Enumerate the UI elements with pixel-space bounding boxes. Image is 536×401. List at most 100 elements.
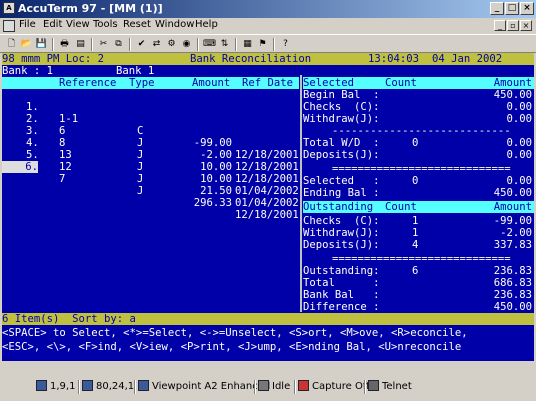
status-bar: 1,9,1 80,24,1 Viewpoint A2 Enhanced Idle…	[0, 377, 536, 397]
new-icon[interactable]: 🗋	[5, 38, 18, 50]
outstanding-count-header: Count	[385, 201, 417, 213]
out-checks-count: 1	[412, 215, 419, 227]
check-icon[interactable]: ✔	[135, 38, 148, 50]
row-reference: 7	[59, 173, 66, 186]
out-deposits-count: 4	[412, 239, 419, 251]
status-size: 80,24,1	[82, 379, 134, 395]
minimize-button[interactable]: _	[490, 2, 504, 15]
ending-bal-label: Ending Bal :	[303, 187, 380, 199]
menu-window[interactable]: Window	[155, 19, 194, 30]
row-type: J	[137, 185, 144, 198]
mdi-minimize-button[interactable]: _	[494, 20, 506, 31]
header-left: 98 mmm PM Loc: 2	[2, 53, 105, 65]
row-type: J	[137, 161, 144, 174]
col-ref-date: Ref Date	[242, 77, 294, 89]
grid-icon	[82, 380, 93, 391]
close-button[interactable]: ×	[520, 2, 534, 15]
copy-icon[interactable]: ⧉	[112, 38, 125, 50]
transfer-icon[interactable]: ⇅	[218, 38, 231, 50]
total-wd-label: Total W/D :	[303, 137, 380, 149]
mdi-restore-button[interactable]: ▫	[507, 20, 519, 31]
keyboard-icon[interactable]: ⌨	[203, 38, 216, 50]
row-type: J	[137, 173, 144, 186]
network-icon	[368, 380, 379, 391]
status-connection: Telnet	[368, 379, 412, 395]
table-row[interactable]: 3. 8 J 10.00 12/18/2001	[2, 113, 299, 185]
sel-withdraw-label: Withdraw(J):	[303, 113, 380, 125]
menu-help[interactable]: Help	[195, 19, 218, 30]
app-icon[interactable]: A	[3, 2, 15, 14]
table-row[interactable]: 1. 1-1 C -99.00 12/18/2001	[2, 89, 299, 161]
selected-count-header: Count	[385, 77, 417, 89]
sel-withdraw-amount: 0.00	[506, 113, 532, 125]
capture-status: Capture Off	[312, 381, 370, 392]
col-reference: Reference	[59, 77, 117, 89]
outstanding-header: Outstanding	[303, 201, 374, 213]
menu-view[interactable]: View	[66, 19, 90, 30]
menu-file[interactable]: File	[19, 19, 36, 30]
row-reference: 12	[59, 161, 72, 174]
row-amount: 10.00	[200, 173, 232, 186]
ending-bal-amount: 450.00	[493, 187, 532, 199]
status-emulation: Viewpoint A2 Enhanced	[138, 379, 270, 395]
out-withdraw-count: 1	[412, 227, 419, 239]
bank-bal-amount: 236.83	[493, 289, 532, 301]
cut-icon[interactable]: ✂	[97, 38, 110, 50]
capture-icon[interactable]: ◉	[180, 38, 193, 50]
help-line-2: <ESC>, <\>, <F>ind, <V>iew, <P>rint, <J>…	[2, 341, 462, 353]
col-type: Type	[129, 77, 155, 89]
print-icon[interactable]: 🖶	[58, 38, 71, 50]
selected-amount: 0.00	[506, 175, 532, 187]
begin-bal-amount: 450.00	[493, 89, 532, 101]
terminal-screen[interactable]: 98 mmm PM Loc: 2 Bank Reconciliation 13:…	[2, 53, 534, 361]
screen-icon	[36, 380, 47, 391]
selected-count: 0	[412, 175, 419, 187]
capture-icon	[298, 380, 309, 391]
table-row[interactable]: 6. 7 J 296.33 12/18/2001	[2, 149, 299, 221]
save-icon[interactable]: 💾	[35, 38, 48, 50]
help-line-1: <SPACE> to Select, <*>=Select, <->=Unsel…	[2, 327, 468, 339]
terminal-icon	[138, 380, 149, 391]
cursor-position: 1,9,1	[50, 381, 76, 392]
sel-checks-label: Checks (C):	[303, 101, 380, 113]
printer-icon	[258, 380, 269, 391]
title-bar: A AccuTerm 97 - [MM (1)] _ □ ×	[0, 0, 536, 18]
open-icon[interactable]: 📂	[20, 38, 33, 50]
mdi-close-button[interactable]: ×	[520, 20, 532, 31]
bank-name: Bank 1	[116, 65, 155, 77]
maximize-button[interactable]: □	[505, 2, 519, 15]
printer-status: Idle	[272, 381, 291, 392]
row-date: 12/18/2001	[235, 173, 299, 186]
outstanding-amount: 236.83	[493, 265, 532, 277]
sel-deposits-amount: 0.00	[506, 149, 532, 161]
total-label: Total :	[303, 277, 380, 289]
dash-rule: ----------------------------	[332, 125, 511, 137]
sel-deposits-label: Deposits(J):	[303, 149, 380, 161]
sel-checks-amount: 0.00	[506, 101, 532, 113]
help-icon[interactable]: ?	[279, 38, 292, 50]
status-capture: Capture Off	[298, 379, 370, 395]
row-amount: 296.33	[193, 197, 232, 210]
bank-label: Bank : 1	[2, 65, 54, 77]
difference-label: Difference :	[303, 301, 380, 313]
grid-icon[interactable]: ▦	[241, 38, 254, 50]
menu-tools[interactable]: Tools	[93, 19, 118, 30]
begin-bal-label: Begin Bal :	[303, 89, 380, 101]
status-idle: Idle	[258, 379, 290, 395]
settings-icon[interactable]: ⚙	[165, 38, 178, 50]
connect-icon[interactable]: ⇄	[150, 38, 163, 50]
macro-icon[interactable]: ⚑	[256, 38, 269, 50]
header-date: 04 Jan 2002	[432, 53, 503, 65]
table-row[interactable]: 5. 12 J 21.50 01/04/2002	[2, 137, 299, 209]
table-row[interactable]: 4. 13 J 10.00 01/04/2002	[2, 125, 299, 197]
table-row[interactable]: 2. 6 J -2.00 12/18/2001	[2, 101, 299, 173]
panel-divider	[300, 75, 302, 312]
menu-reset[interactable]: Reset	[123, 19, 151, 30]
print-screen-icon[interactable]: ▤	[74, 38, 87, 50]
document-icon[interactable]	[3, 20, 15, 32]
header-time: 13:04:03	[368, 53, 420, 65]
menu-edit[interactable]: Edit	[43, 19, 62, 30]
difference-amount: 450.00	[493, 301, 532, 313]
toolbar: 🗋 📂 💾 🖶 ▤ ✂ ⧉ ✔ ⇄ ⚙ ◉ ⌨ ⇅ ▦ ⚑ ?	[0, 34, 536, 53]
total-amount: 686.83	[493, 277, 532, 289]
